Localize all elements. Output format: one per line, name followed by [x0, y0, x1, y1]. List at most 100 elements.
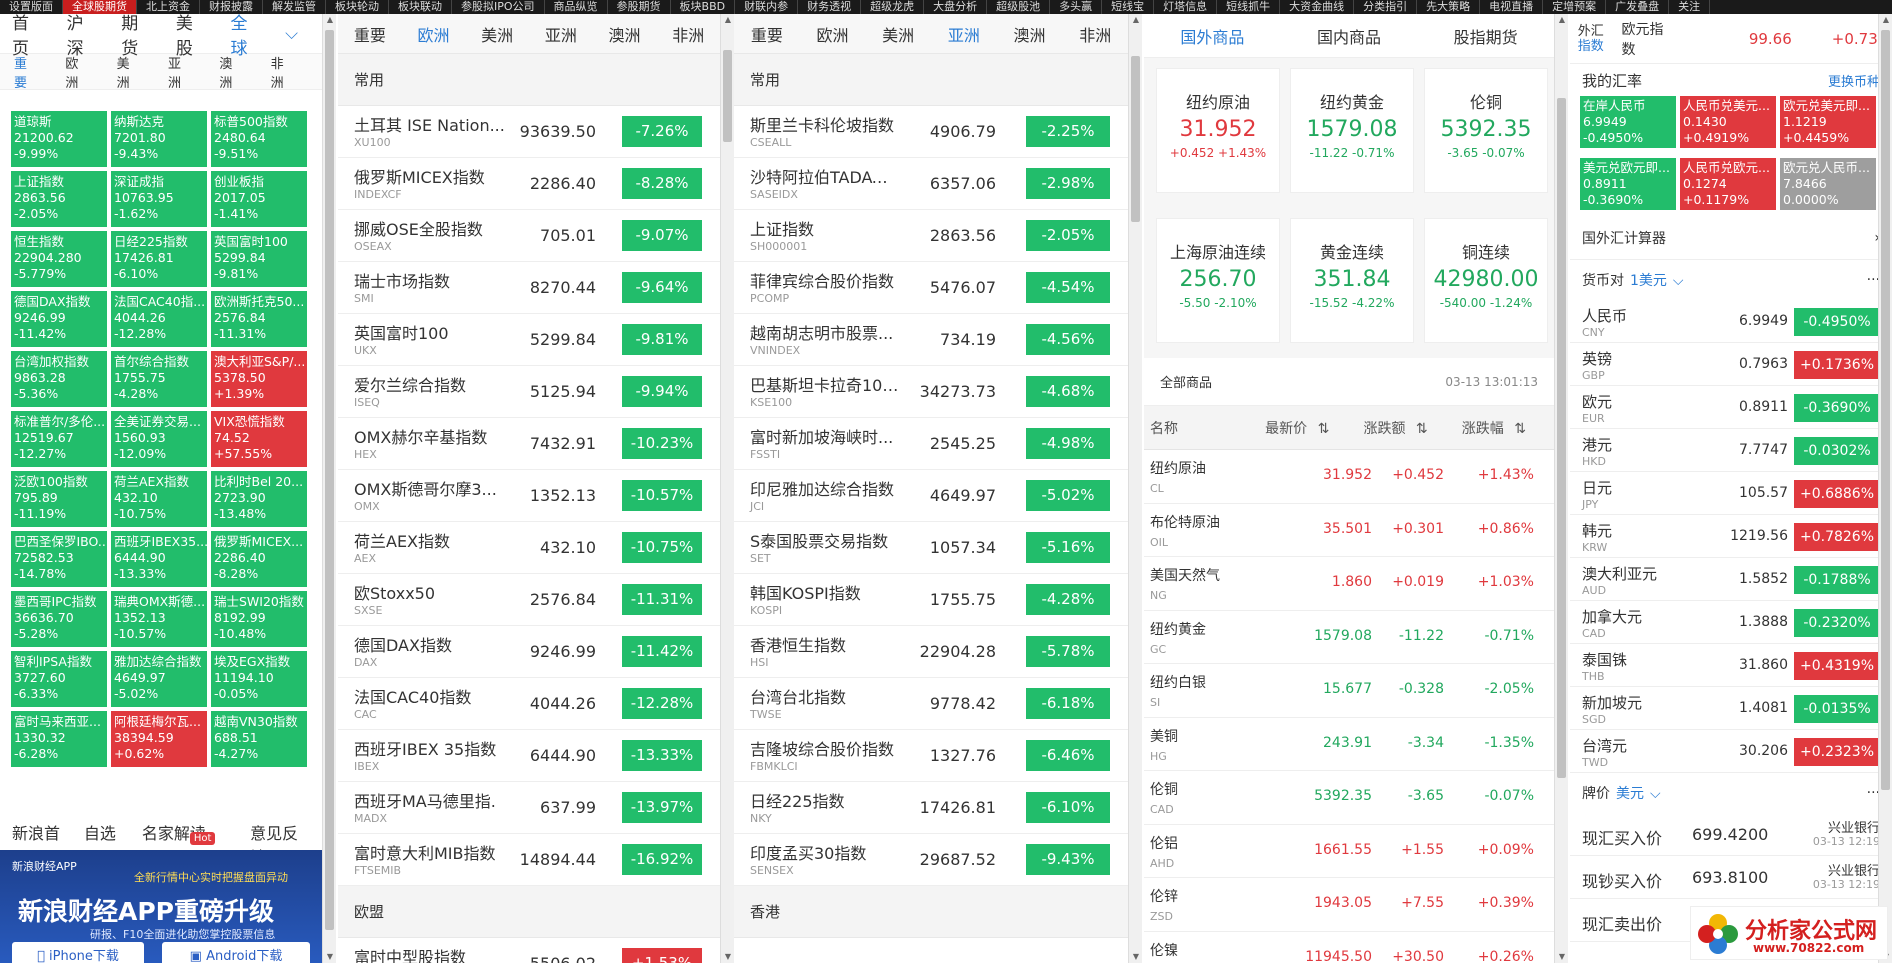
- commodity-tab-2[interactable]: 股指期货: [1417, 24, 1554, 48]
- topbar-item[interactable]: 财报披露: [200, 0, 263, 14]
- index-tile[interactable]: 全美证券交易... 1560.93 -12.09%: [111, 411, 207, 467]
- index-tile[interactable]: 墨西哥IPC指数 36636.70 -5.28%: [11, 591, 107, 647]
- forex-calculator-row[interactable]: 国外汇计算器 ›: [1570, 216, 1892, 260]
- index-tile[interactable]: 道琼斯 21200.62 -9.99%: [11, 111, 107, 167]
- table-row[interactable]: 布伦特原油 OIL 35.501 +0.301 +0.86%: [1144, 504, 1554, 557]
- table-row[interactable]: 沙特阿拉伯TADAW... SASEIDX 6357.06 -2.98%: [734, 158, 1128, 210]
- bank-rate-row[interactable]: 现汇买入价 699.4200 兴业银行 03-13 12:19: [1570, 813, 1892, 856]
- index-tile[interactable]: 俄罗斯MICEX... 2286.40 -8.28%: [211, 531, 307, 587]
- topbar-item[interactable]: 大资金曲线: [1280, 0, 1355, 14]
- index-tile[interactable]: 日经225指数 17426.81 -6.10%: [111, 231, 207, 287]
- topbar-item[interactable]: 板块联动: [389, 0, 452, 14]
- table-row[interactable]: 韩国KOSPI指数 KOSPI 1755.75 -4.28%: [734, 574, 1128, 626]
- topbar-item[interactable]: 短线宝: [1102, 0, 1155, 14]
- scroll-up-icon[interactable]: ▲: [1879, 14, 1892, 26]
- table-row[interactable]: 印尼雅加达综合指数 JCI 4649.97 -5.02%: [734, 470, 1128, 522]
- chevron-down-icon[interactable]: ⌵: [285, 24, 298, 44]
- table-row[interactable]: 西班牙MA马德里指. MADX 637.99 -13.97%: [338, 782, 720, 834]
- bank-rate-row[interactable]: 现钞买入价 693.8100 兴业银行 03-13 12:19: [1570, 856, 1892, 899]
- rate-tile[interactable]: 欧元兑美元即... 1.1219 +0.4459%: [1780, 96, 1876, 148]
- index-tile[interactable]: 富时马来西亚... 1330.32 -6.28%: [11, 711, 107, 767]
- table-row[interactable]: 爱尔兰综合指数 ISEQ 5125.94 -9.94%: [338, 366, 720, 418]
- currency-row[interactable]: 韩元 KRW 1219.56 +0.7826%: [1570, 515, 1892, 558]
- index-tile[interactable]: 纳斯达克 7201.80 -9.43%: [111, 111, 207, 167]
- index-tile[interactable]: 澳大利亚S&P/... 5378.50 +1.39%: [211, 351, 307, 407]
- scroll-down-icon[interactable]: ▼: [1555, 951, 1569, 963]
- scrollbar-2[interactable]: ▲ ▼: [720, 14, 734, 963]
- region-tab-3[interactable]: 亚洲: [931, 22, 997, 46]
- topbar-item[interactable]: 大盘分析: [924, 0, 988, 14]
- table-row[interactable]: 瑞士市场指数 SMI 8270.44 -9.64%: [338, 262, 720, 314]
- scroll-thumb[interactable]: [325, 30, 334, 930]
- index-tile[interactable]: 瑞士SWI20指数 8192.99 -10.48%: [211, 591, 307, 647]
- scroll-thumb[interactable]: [1131, 56, 1140, 222]
- index-tile[interactable]: 德国DAX指数 9246.99 -11.42%: [11, 291, 107, 347]
- rate-tile[interactable]: 人民币兑美元... 0.1430 +0.4919%: [1680, 96, 1776, 148]
- table-row[interactable]: 上证指数 SH000001 2863.56 -2.05%: [734, 210, 1128, 262]
- index-tile[interactable]: 荷兰AEX指数 432.10 -10.75%: [111, 471, 207, 527]
- rate-tile[interactable]: 欧元兑人民币... 7.8466 0.0000%: [1780, 158, 1876, 210]
- iphone-download-button[interactable]:  iPhone下载: [12, 942, 144, 963]
- scrollbar-3[interactable]: ▲ ▼: [1128, 14, 1142, 963]
- table-row[interactable]: 美国天然气 NG 1.860 +0.019 +1.03%: [1144, 557, 1554, 611]
- index-tile[interactable]: 标普500指数 2480.64 -9.51%: [211, 111, 307, 167]
- table-row[interactable]: 纽约原油 CL 31.952 +0.452 +1.43%: [1144, 450, 1554, 504]
- region-tab-5[interactable]: 非洲: [656, 22, 720, 46]
- commodity-card[interactable]: 伦铜 5392.35 -3.65 -0.07%: [1424, 68, 1548, 193]
- topbar-item[interactable]: 参股拟IPO公司: [452, 0, 545, 14]
- currency-row[interactable]: 英镑 GBP 0.7963 +0.1736%: [1570, 343, 1892, 386]
- table-row[interactable]: 欧Stoxx50 SXSE 2576.84 -11.31%: [338, 574, 720, 626]
- commodity-card[interactable]: 纽约原油 31.952 +0.452 +1.43%: [1156, 68, 1280, 193]
- table-row[interactable]: 印度孟买30指数 SENSEX 29687.52 -9.43%: [734, 834, 1128, 886]
- index-tile[interactable]: 比利时Bel 20... 2723.90 -13.48%: [211, 471, 307, 527]
- table-row[interactable]: 菲律宾综合股价指数 PCOMP 5476.07 -4.54%: [734, 262, 1128, 314]
- table-row[interactable]: 台湾台北指数 TWSE 9778.42 -6.18%: [734, 678, 1128, 730]
- table-row[interactable]: 伦铝 AHD 1661.55 +1.55 +0.09%: [1144, 825, 1554, 878]
- table-row[interactable]: 美铜 HG 243.91 -3.34 -1.35%: [1144, 718, 1554, 771]
- change-currency-link[interactable]: 更换币种: [1828, 71, 1880, 90]
- index-tile[interactable]: 瑞典OMX斯德... 1352.13 -10.57%: [111, 591, 207, 647]
- scroll-down-icon[interactable]: ▼: [1129, 951, 1143, 963]
- table-row[interactable]: 斯里兰卡科伦坡指数 CSEALL 4906.79 -2.25%: [734, 106, 1128, 158]
- currency-row[interactable]: 澳大利亚元 AUD 1.5852 -0.1788%: [1570, 558, 1892, 601]
- topbar-item[interactable]: 分类指引: [1354, 0, 1418, 14]
- index-tile[interactable]: 泛欧100指数 795.89 -11.19%: [11, 471, 107, 527]
- index-tile[interactable]: 台湾加权指数 9863.28 -5.36%: [11, 351, 107, 407]
- column-header[interactable]: 涨跌额 ⇅: [1357, 418, 1455, 438]
- region-tab-3[interactable]: 亚洲: [529, 22, 593, 46]
- table-row[interactable]: 伦铜 CAD 5392.35 -3.65 -0.07%: [1144, 771, 1554, 825]
- topbar-item[interactable]: 短线抓牛: [1217, 0, 1281, 14]
- commodity-tab-0[interactable]: 国外商品: [1144, 24, 1281, 48]
- table-row[interactable]: 富时意大利MIB指数 FTSEMIB 14894.44 -16.92%: [338, 834, 720, 886]
- region-tab-2[interactable]: 美洲: [465, 22, 529, 46]
- topbar-item[interactable]: 关注: [1669, 0, 1711, 14]
- topbar-item[interactable]: 板块轮动: [326, 0, 389, 14]
- table-row[interactable]: 俄罗斯MICEX指数 INDEXCF 2286.40 -8.28%: [338, 158, 720, 210]
- topbar-item[interactable]: 解发监管: [263, 0, 326, 14]
- scrollbar-1[interactable]: ▲ ▼: [322, 14, 336, 963]
- table-row[interactable]: 富时中型股指数MED15506.02+1.53%: [338, 938, 720, 963]
- table-row[interactable]: 西班牙IBEX 35指数 IBEX 6444.90 -13.33%: [338, 730, 720, 782]
- table-row[interactable]: 挪威OSE全股指数 OSEAX 705.01 -9.07%: [338, 210, 720, 262]
- table-row[interactable]: 英国富时100 UKX 5299.84 -9.81%: [338, 314, 720, 366]
- table-row[interactable]: 土耳其 ISE Nation... XU100 93639.50 -7.26%: [338, 106, 720, 158]
- scroll-up-icon[interactable]: ▲: [323, 14, 337, 26]
- index-tile[interactable]: 标准普尔/多伦... 12519.67 -12.27%: [11, 411, 107, 467]
- currency-row[interactable]: 欧元 EUR 0.8911 -0.3690%: [1570, 386, 1892, 429]
- region-tab-1[interactable]: 欧洲: [402, 22, 466, 46]
- currency-row[interactable]: 人民币 CNY 6.9949 -0.4950%: [1570, 300, 1892, 343]
- commodity-card[interactable]: 黄金连续 351.84 -15.52 -4.22%: [1290, 218, 1414, 343]
- index-tile[interactable]: 雅加达综合指数 4649.97 -5.02%: [111, 651, 207, 707]
- commodity-tab-1[interactable]: 国内商品: [1281, 24, 1418, 48]
- index-tile[interactable]: 法国CAC40指... 4044.26 -12.28%: [111, 291, 207, 347]
- index-tile[interactable]: 深证成指 10763.95 -1.62%: [111, 171, 207, 227]
- region-tab-2[interactable]: 美洲: [117, 53, 138, 91]
- region-tab-1[interactable]: 欧洲: [800, 22, 866, 46]
- index-tile[interactable]: 西班牙IBEX35... 6444.90 -13.33%: [111, 531, 207, 587]
- table-row[interactable]: OMX赫尔辛基指数 HEX 7432.91 -10.23%: [338, 418, 720, 470]
- topbar-item[interactable]: 财务透视: [798, 0, 862, 14]
- table-row[interactable]: OMX斯德哥尔摩3... OMX 1352.13 -10.57%: [338, 470, 720, 522]
- topbar-item[interactable]: 先大策略: [1417, 0, 1481, 14]
- table-row[interactable]: 德国DAX指数 DAX 9246.99 -11.42%: [338, 626, 720, 678]
- region-tab-1[interactable]: 欧洲: [65, 53, 86, 91]
